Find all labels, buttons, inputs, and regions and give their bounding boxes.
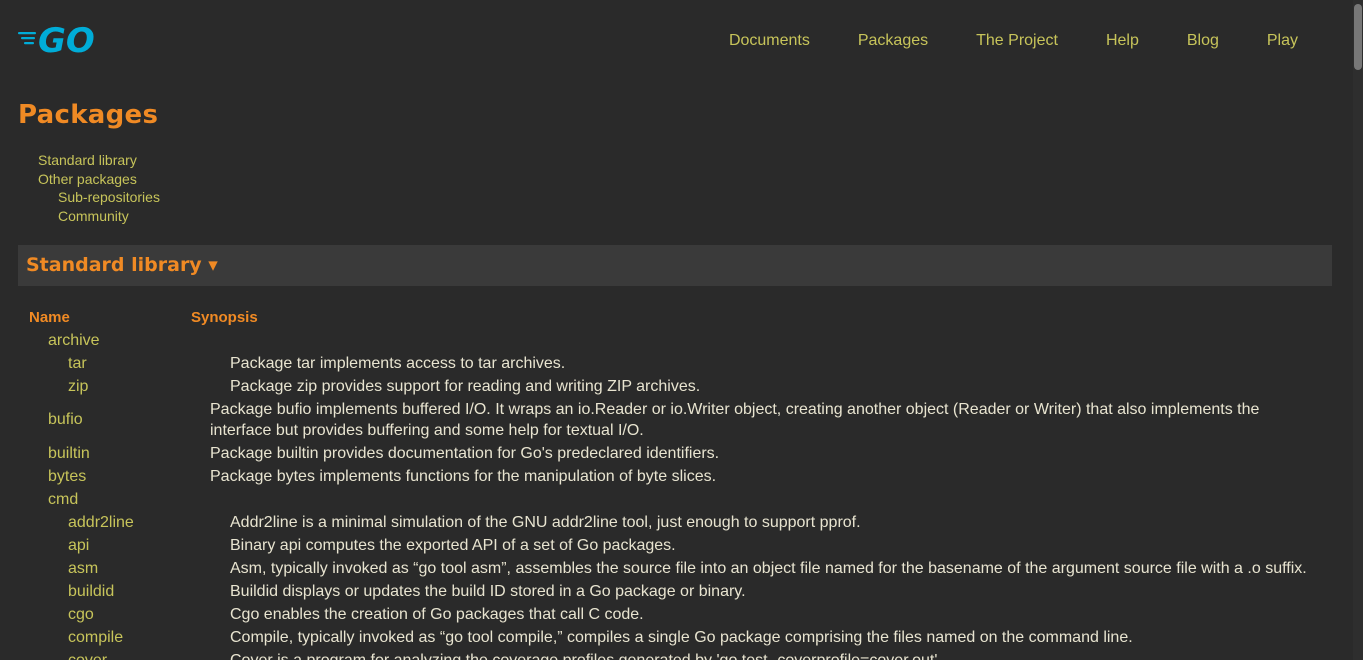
page: GO Documents Packages The Project Help B… [0, 0, 1363, 660]
table-row: asm Asm, typically invoked as “go tool a… [29, 557, 1319, 580]
table-row: builtin Package builtin provides documen… [29, 442, 1319, 465]
table-row: bufio Package bufio implements buffered … [29, 398, 1319, 442]
table-of-contents: Standard library Other packages Sub-repo… [38, 151, 160, 225]
toc-other-packages[interactable]: Other packages [38, 170, 160, 189]
package-link-asm[interactable]: asm [29, 560, 230, 578]
package-synopsis: Package bufio implements buffered I/O. I… [210, 401, 1260, 439]
packages-table: Name Synopsis archive tar Package tar im… [29, 305, 1319, 660]
package-link-api[interactable]: api [29, 537, 230, 555]
toc-standard-library[interactable]: Standard library [38, 151, 160, 170]
package-link-cmd[interactable]: cmd [29, 491, 210, 509]
standard-library-section-header[interactable]: Standard library ▾ [18, 245, 1332, 286]
table-row: archive [29, 329, 1319, 352]
table-row: cmd [29, 488, 1319, 511]
site-header: GO Documents Packages The Project Help B… [0, 0, 1353, 82]
package-link-bytes[interactable]: bytes [29, 468, 210, 486]
package-synopsis: Cover is a program for analyzing the cov… [230, 650, 1319, 660]
table-row: zip Package zip provides support for rea… [29, 375, 1319, 398]
table-row: cgo Cgo enables the creation of Go packa… [29, 603, 1319, 626]
package-synopsis: Cgo enables the creation of Go packages … [230, 606, 644, 623]
package-link-buildid[interactable]: buildid [29, 583, 230, 601]
package-synopsis: Package bytes implements functions for t… [210, 468, 717, 485]
package-synopsis: Binary api computes the exported API of … [230, 537, 676, 554]
nav-the-project[interactable]: The Project [976, 30, 1058, 52]
nav-packages[interactable]: Packages [858, 30, 928, 52]
package-synopsis: Package tar implements access to tar arc… [230, 355, 566, 372]
nav-blog[interactable]: Blog [1187, 30, 1219, 52]
page-title: Packages [18, 100, 159, 130]
package-synopsis: Compile, typically invoked as “go tool c… [230, 629, 1133, 646]
go-logo[interactable]: GO [18, 21, 104, 61]
package-link-bufio[interactable]: bufio [29, 411, 210, 429]
package-synopsis: Buildid displays or updates the build ID… [230, 583, 746, 600]
column-header-name: Name [29, 308, 70, 326]
package-synopsis: Asm, typically invoked as “go tool asm”,… [230, 560, 1307, 577]
vertical-scrollbar[interactable] [1353, 0, 1363, 660]
package-link-builtin[interactable]: builtin [29, 445, 210, 463]
table-row: bytes Package bytes implements functions… [29, 465, 1319, 488]
section-title: Standard library ▾ [26, 254, 218, 276]
scrollbar-thumb[interactable] [1354, 4, 1362, 70]
table-header-row: Name Synopsis [29, 305, 1319, 329]
package-link-tar[interactable]: tar [29, 355, 230, 373]
table-row: buildid Buildid displays or updates the … [29, 580, 1319, 603]
table-row: tar Package tar implements access to tar… [29, 352, 1319, 375]
package-synopsis: Package builtin provides documentation f… [210, 445, 720, 462]
table-row: addr2line Addr2line is a minimal simulat… [29, 511, 1319, 534]
table-row: api Binary api computes the exported API… [29, 534, 1319, 557]
package-link-zip[interactable]: zip [29, 378, 230, 396]
nav-help[interactable]: Help [1106, 30, 1139, 52]
package-link-cover[interactable]: cover [29, 652, 230, 660]
package-synopsis: Addr2line is a minimal simulation of the… [230, 514, 861, 531]
package-link-addr2line[interactable]: addr2line [29, 514, 230, 532]
table-row: compile Compile, typically invoked as “g… [29, 626, 1319, 649]
package-link-cgo[interactable]: cgo [29, 606, 230, 624]
package-link-archive[interactable]: archive [29, 332, 210, 350]
nav-documents[interactable]: Documents [729, 30, 810, 52]
go-logo-icon: GO [18, 21, 95, 61]
nav-play[interactable]: Play [1267, 30, 1298, 52]
package-synopsis: Package zip provides support for reading… [230, 378, 701, 395]
toc-sub-repositories[interactable]: Sub-repositories [38, 188, 160, 207]
toc-community[interactable]: Community [38, 207, 160, 226]
column-header-synopsis: Synopsis [191, 308, 258, 326]
table-row: cover Cover is a program for analyzing t… [29, 649, 1319, 660]
package-link-compile[interactable]: compile [29, 629, 230, 647]
logo-text: GO [38, 22, 95, 58]
main-nav: Documents Packages The Project Help Blog… [681, 30, 1298, 52]
